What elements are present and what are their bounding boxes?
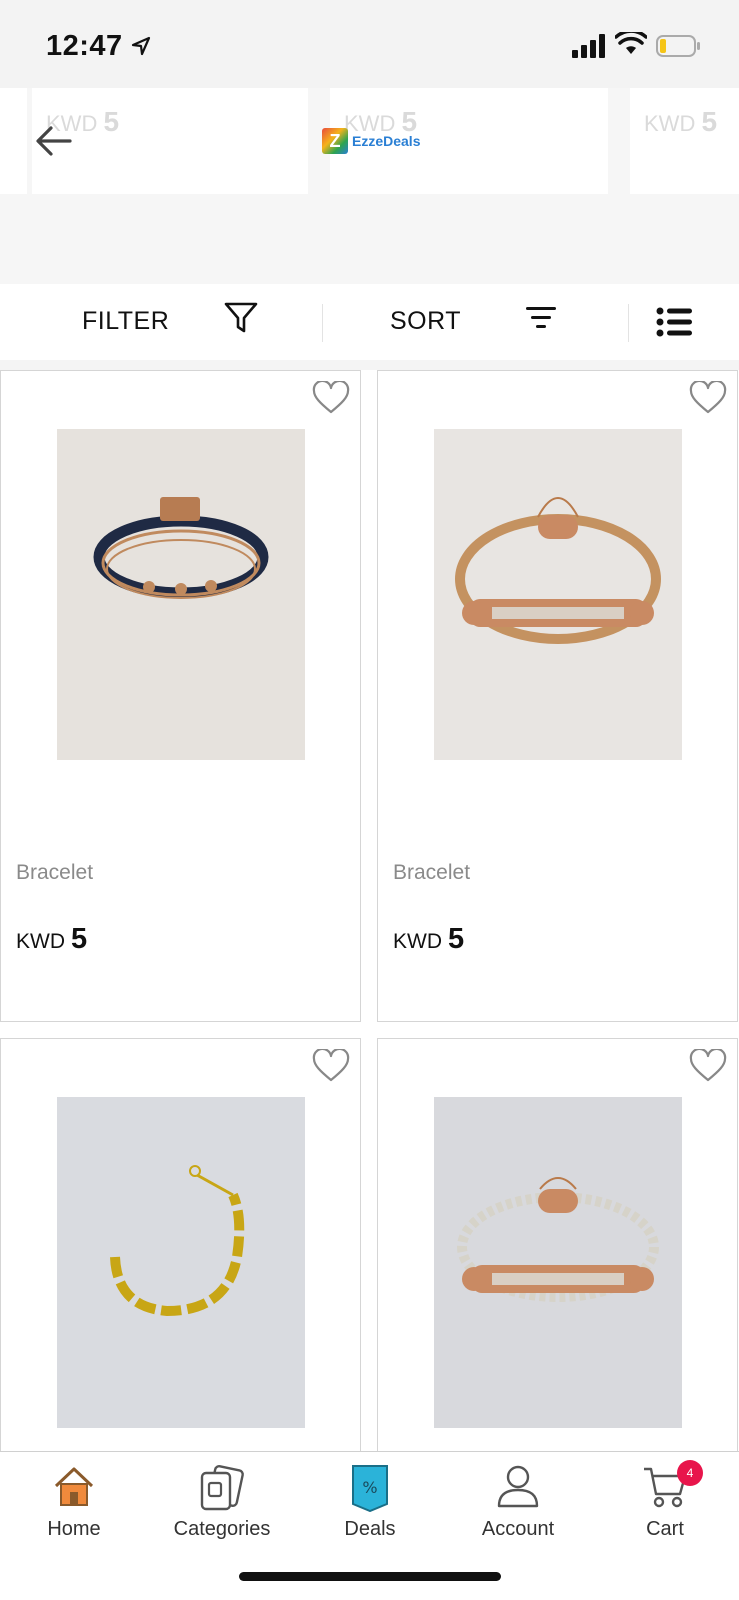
nav-categories[interactable]: Categories — [148, 1452, 296, 1562]
nav-label-account: Account — [481, 1518, 555, 1540]
nav-label-cart: Cart — [646, 1518, 684, 1540]
home-indicator — [239, 1572, 501, 1581]
location-arrow-icon — [131, 36, 151, 56]
nav-label-categories: Categories — [173, 1518, 271, 1540]
account-icon — [497, 1465, 539, 1508]
signal-icon — [572, 34, 605, 58]
filter-icon[interactable] — [224, 301, 258, 335]
battery-icon — [656, 35, 700, 57]
heart-icon[interactable] — [312, 381, 350, 415]
product-name[interactable]: Bracelet — [393, 861, 470, 885]
back-arrow-icon[interactable] — [34, 121, 74, 161]
product-image[interactable] — [434, 1097, 682, 1428]
heart-icon[interactable] — [689, 381, 727, 415]
product-image[interactable] — [57, 1097, 305, 1428]
status-time: 12:47 — [46, 30, 123, 62]
product-name[interactable]: Bracelet — [16, 861, 93, 885]
logo-text: EzzeDeals — [352, 133, 421, 149]
logo-mark: Z — [322, 128, 348, 154]
nav-label-deals: Deals — [344, 1518, 396, 1540]
ghost-card: KWD 5 — [630, 88, 739, 194]
product-card[interactable] — [0, 1038, 361, 1498]
ghost-card — [0, 88, 27, 194]
nav-cart[interactable]: 4 Cart — [591, 1452, 739, 1562]
app-logo: Z EzzeDeals — [322, 128, 420, 154]
wifi-icon — [615, 32, 647, 54]
nav-home[interactable]: Home — [0, 1452, 148, 1562]
heart-icon[interactable] — [312, 1049, 350, 1083]
sort-icon[interactable] — [526, 306, 558, 330]
nav-label-home: Home — [47, 1518, 101, 1540]
sort-button[interactable]: SORT — [390, 307, 461, 336]
svg-text:%: % — [362, 1478, 377, 1497]
categories-icon — [200, 1465, 244, 1511]
status-bar: 12:47 — [0, 0, 739, 88]
deals-icon: % — [352, 1465, 388, 1512]
heart-icon[interactable] — [689, 1049, 727, 1083]
divider — [628, 304, 629, 342]
nav-deals[interactable]: % Deals — [296, 1452, 444, 1562]
product-card[interactable]: Bracelet KWD 5 — [0, 370, 361, 1022]
product-price: KWD 5 — [393, 923, 465, 955]
nav-account[interactable]: Account — [444, 1452, 592, 1562]
product-card[interactable]: Bracelet KWD 5 — [377, 370, 738, 1022]
home-icon — [54, 1467, 94, 1506]
cart-count-badge: 4 — [677, 1460, 703, 1486]
product-image[interactable] — [57, 429, 305, 760]
product-card[interactable] — [377, 1038, 738, 1498]
filter-sort-bar: FILTER SORT — [0, 284, 739, 360]
header: KWD 5 KWD 5 KWD 5 Z EzzeDeals — [0, 88, 739, 284]
list-view-icon[interactable] — [656, 307, 692, 337]
separator-strip — [0, 360, 739, 370]
divider — [322, 304, 323, 342]
product-image[interactable] — [434, 429, 682, 760]
product-price: KWD 5 — [16, 923, 88, 955]
filter-button[interactable]: FILTER — [82, 307, 169, 336]
ghost-price: KWD 5 — [644, 106, 718, 137]
